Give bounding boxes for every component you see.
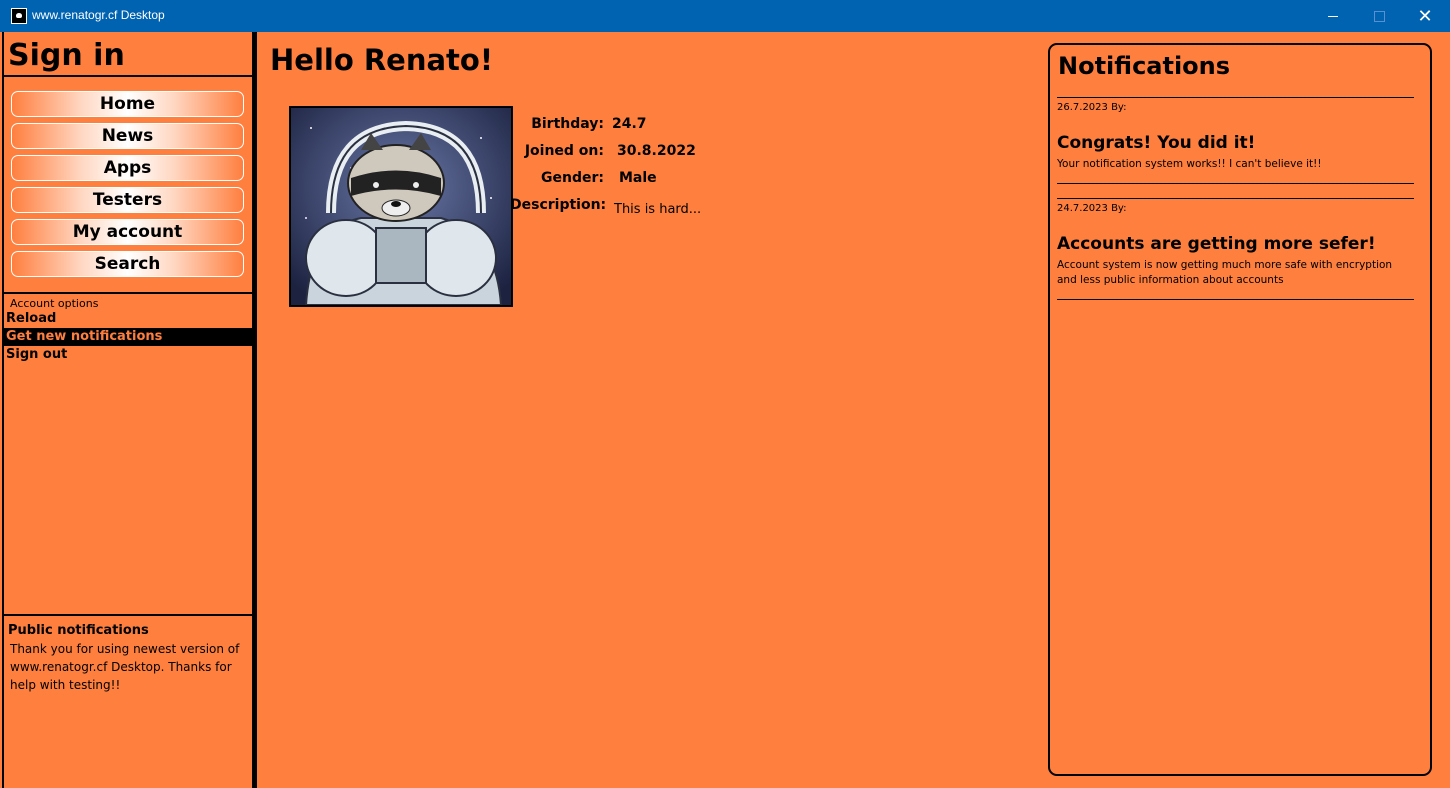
nav-my-account-button[interactable]: My account xyxy=(11,219,244,245)
notifications-title: Notifications xyxy=(1058,52,1231,80)
window-titlebar[interactable]: www.renatogr.cf Desktop ✕ xyxy=(0,0,1450,32)
minimize-icon xyxy=(1328,15,1338,17)
joined-label: Joined on: xyxy=(524,143,604,159)
notification-meta: 26.7.2023 By: xyxy=(1057,102,1127,113)
public-notifications-title: Public notifications xyxy=(8,623,149,638)
gender-value: Male xyxy=(619,170,657,186)
maximize-icon xyxy=(1373,10,1385,22)
notification-body: Account system is now getting much more … xyxy=(1057,259,1393,286)
avatar-image xyxy=(291,108,511,305)
sidebar-divider xyxy=(254,32,257,788)
public-notifications-body: Thank you for using newest version of ww… xyxy=(10,642,240,692)
separator xyxy=(1057,97,1414,98)
divider xyxy=(4,614,254,616)
greeting-heading: Hello Renato! xyxy=(270,43,494,77)
menu-get-new-notifications[interactable]: Get new notifications xyxy=(4,328,254,346)
close-button[interactable]: ✕ xyxy=(1402,0,1448,32)
birthday-label: Birthday: xyxy=(531,116,604,132)
app-icon xyxy=(11,8,27,24)
description-value: This is hard... xyxy=(614,202,702,217)
nav-home-button[interactable]: Home xyxy=(11,91,244,117)
raccoon-astronaut-avatar-icon xyxy=(289,106,513,307)
minimize-button[interactable] xyxy=(1310,0,1356,32)
notification-body: Your notification system works!! I can't… xyxy=(1057,158,1322,170)
divider xyxy=(4,292,254,294)
notification-meta: 24.7.2023 By: xyxy=(1057,203,1127,214)
notification-heading: Accounts are getting more sefer! xyxy=(1057,234,1376,254)
notification-heading: Congrats! You did it! xyxy=(1057,133,1256,153)
joined-value: 30.8.2022 xyxy=(617,143,696,159)
nav-testers-button[interactable]: Testers xyxy=(11,187,244,213)
divider xyxy=(4,75,254,77)
close-icon: ✕ xyxy=(1417,5,1433,27)
gender-label: Gender: xyxy=(541,170,604,186)
separator xyxy=(1057,299,1414,300)
description-label: Description: xyxy=(510,197,607,213)
nav-search-button[interactable]: Search xyxy=(11,251,244,277)
nav-apps-button[interactable]: Apps xyxy=(11,155,244,181)
separator xyxy=(1057,198,1414,199)
nav-news-button[interactable]: News xyxy=(11,123,244,149)
birthday-value: 24.7 xyxy=(612,116,647,132)
separator xyxy=(1057,183,1414,184)
maximize-button[interactable] xyxy=(1356,0,1402,32)
menu-sign-out[interactable]: Sign out xyxy=(4,346,254,364)
window-title: www.renatogr.cf Desktop xyxy=(32,8,165,22)
sign-in-heading[interactable]: Sign in xyxy=(8,38,125,73)
account-options-label: Account options xyxy=(10,297,99,310)
menu-reload[interactable]: Reload xyxy=(4,310,254,328)
